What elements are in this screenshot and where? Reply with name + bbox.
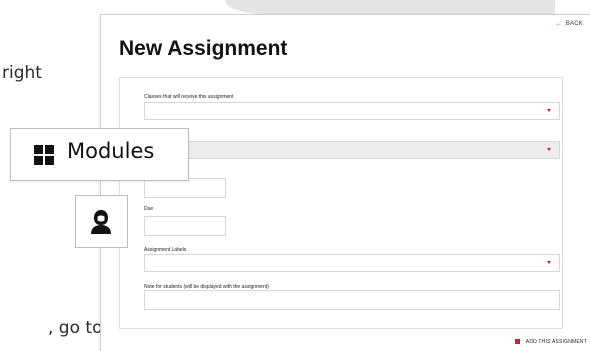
assignment-labels-select[interactable]	[144, 254, 560, 272]
user-avatar-icon	[91, 210, 111, 234]
dropdown-caret-icon	[547, 148, 551, 151]
add-assignment-button[interactable]: ADD THIS ASSIGNMENT	[514, 339, 587, 345]
modules-label: Modules	[67, 139, 155, 163]
assignment-window: ← BACK New Assignment Classes that will r…	[100, 14, 590, 351]
due-date-input[interactable]	[144, 216, 226, 236]
classes-select[interactable]	[144, 102, 560, 120]
classes-label: Classes that will receive this assignmen…	[144, 94, 234, 100]
modules-callout[interactable]: Modules	[10, 128, 189, 181]
dropdown-caret-icon	[547, 261, 551, 264]
assign-date-input[interactable]	[144, 178, 226, 198]
note-input[interactable]	[144, 290, 560, 310]
dropdown-caret-icon	[547, 109, 551, 112]
back-arrow-icon: ←	[555, 21, 562, 27]
assignment-form: Classes that will receive this assignmen…	[119, 77, 563, 329]
due-label: Due	[144, 206, 154, 212]
page-title: New Assignment	[119, 37, 288, 60]
background-text-go-to: , go to	[48, 318, 103, 338]
assignment-labels-label: Assignment Labels	[144, 247, 187, 253]
background-text-right: right	[2, 63, 42, 83]
avatar-callout[interactable]	[75, 195, 128, 248]
top-banner-shape	[225, 0, 555, 14]
add-assignment-icon	[514, 339, 520, 345]
grid-icon	[34, 145, 54, 165]
back-link[interactable]: ← BACK	[556, 21, 583, 27]
module-select[interactable]	[144, 141, 560, 159]
